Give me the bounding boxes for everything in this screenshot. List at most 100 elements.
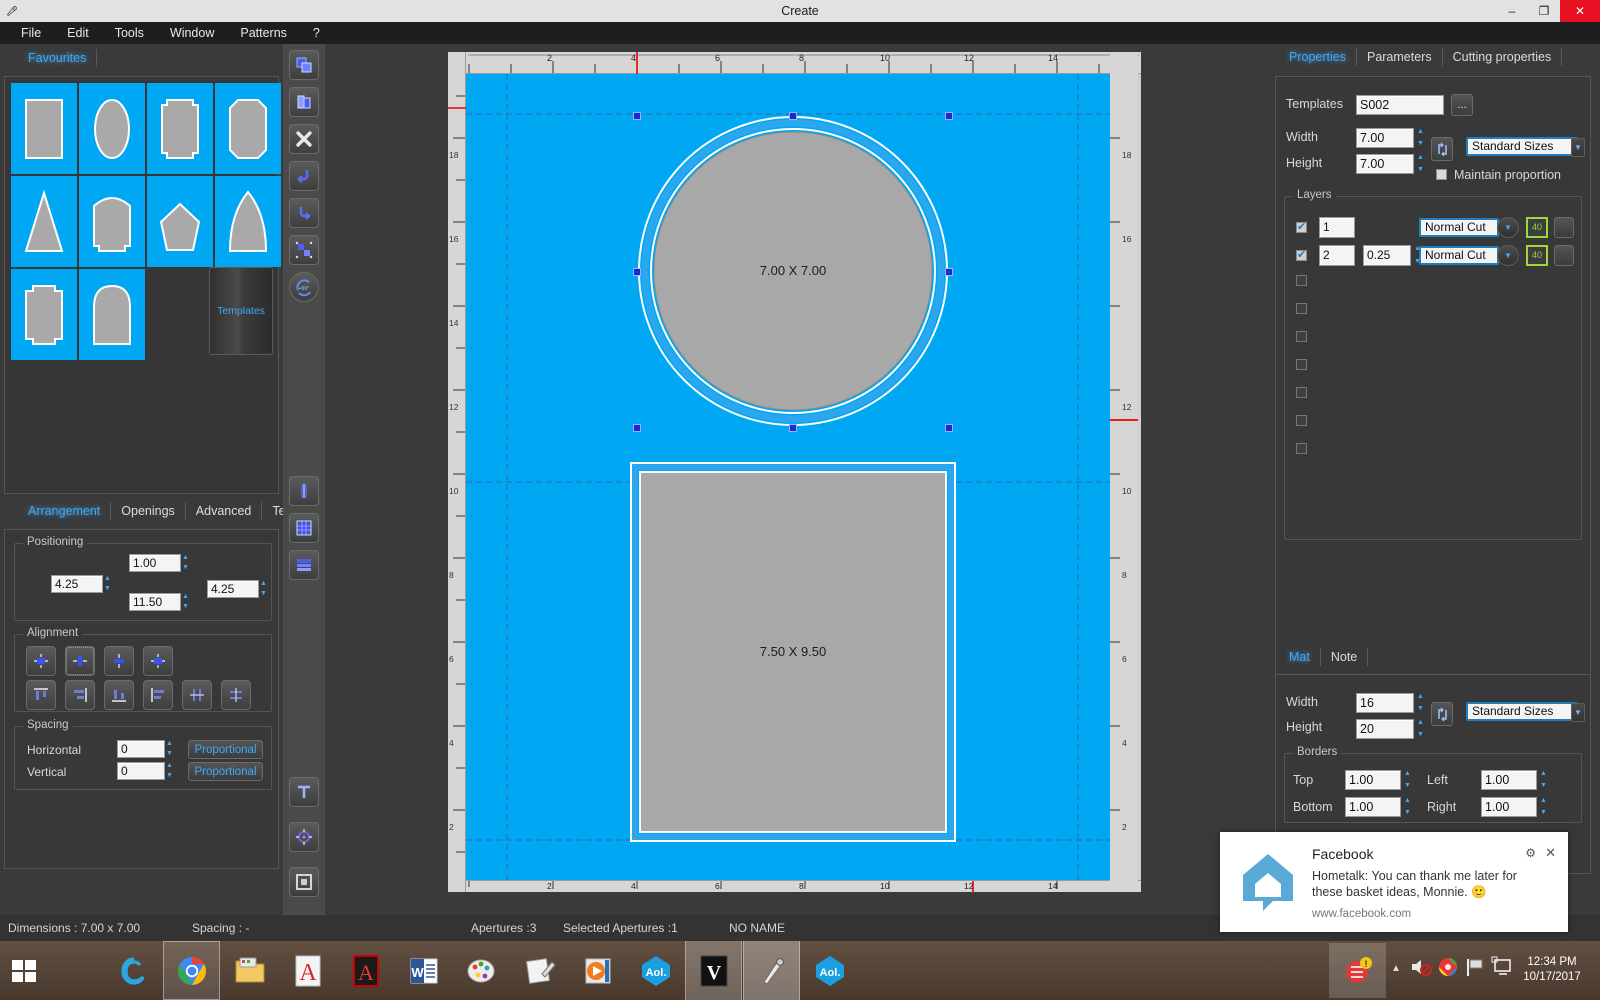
layer-row-9[interactable] [1296,443,1307,457]
shape-thumb-pentagon[interactable] [147,176,213,267]
layer-8-checkbox[interactable] [1296,415,1307,426]
spacing-vertical-field[interactable]: ▲▼ [117,762,174,780]
position-top-field[interactable]: ▲▼ [129,554,190,572]
layer-1-angle-value[interactable]: 40 [1526,216,1548,238]
layers-icon-button[interactable] [289,550,319,580]
handle-top-left[interactable] [633,112,641,120]
position-right-input[interactable] [207,580,259,598]
handle-middle-right[interactable] [945,268,953,276]
menu-item-window[interactable]: Window [157,24,227,42]
layer-2-options-button[interactable] [1554,244,1574,266]
width-spinner[interactable]: ▲ ▼ [1416,128,1425,148]
layer-2-index-input[interactable] [1319,244,1355,266]
position-bottom-spinner[interactable]: ▲ ▼ [181,593,190,611]
layer-row-1[interactable]: Normal Cut ▼ 40 [1293,213,1575,241]
notification-toast[interactable]: Facebook Hometalk: You can thank me late… [1220,832,1568,932]
maintain-proportion-checkbox[interactable] [1436,169,1447,180]
volume-muted-icon[interactable] [1410,957,1432,980]
frame-icon-button[interactable] [289,867,319,897]
layer-1-chevron-down-icon[interactable]: ▼ [1497,216,1519,238]
gear-icon[interactable]: ⚙ [1525,846,1536,860]
file-explorer-icon[interactable] [221,941,278,1000]
handle-middle-left[interactable] [633,268,641,276]
handle-top-right[interactable] [945,112,953,120]
rectangle-aperture[interactable]: 7.50 X 9.50 [630,462,956,842]
position-top-input[interactable] [129,554,181,572]
layer-4-checkbox[interactable] [1296,303,1307,314]
layer-2-angle-value[interactable]: 40 [1526,244,1548,266]
border-left-spinner[interactable]: ▲ ▼ [1539,770,1548,790]
shape-thumb-octagon-notched[interactable] [11,269,77,360]
close-icon[interactable]: ✕ [1545,845,1556,861]
tab-arrangement[interactable]: Arrangement [18,501,112,520]
handle-bottom-left[interactable] [633,424,641,432]
templates-button[interactable]: Templates [209,267,273,355]
standard-sizes-chevron-down-icon[interactable]: ▼ [1571,138,1585,157]
distribute-left-button[interactable] [143,680,173,710]
layer-2-offset-input[interactable] [1363,244,1411,266]
mat-width-input[interactable] [1356,693,1414,713]
border-right-spinner[interactable]: ▲ ▼ [1539,797,1548,817]
vegas-icon[interactable]: V [685,941,742,1000]
mat-standard-sizes-chevron-down-icon[interactable]: ▼ [1571,703,1585,722]
layer-2-cut-combo[interactable]: Normal Cut [1419,245,1499,265]
paint-icon[interactable] [453,941,510,1000]
tab-cutting-properties[interactable]: Cutting properties [1443,48,1563,66]
spacing-horizontal-input[interactable] [117,740,165,758]
spacing-horizontal-field[interactable]: ▲▼ [117,740,174,758]
position-top-spinner[interactable]: ▲ ▼ [181,554,190,572]
tab-favourites[interactable]: Favourites [18,49,98,67]
layer-row-5[interactable] [1296,331,1307,345]
layer-1-options-button[interactable] [1554,216,1574,238]
mat-standard-sizes-combo[interactable]: Standard Sizes [1466,702,1578,721]
border-bottom-input[interactable] [1345,797,1401,817]
layer-5-checkbox[interactable] [1296,331,1307,342]
align-center-cross-button[interactable] [104,646,134,676]
align-center-both-button[interactable] [143,646,173,676]
aol-icon[interactable]: Aol. [627,941,684,1000]
height-spinner[interactable]: ▲ ▼ [1416,154,1425,174]
layer-row-7[interactable] [1296,387,1307,401]
windows-start-button[interactable] [0,941,48,1000]
distribute-right-button[interactable] [65,680,95,710]
shape-thumb-rectangle[interactable] [11,83,77,174]
handle-bottom-right[interactable] [945,424,953,432]
tab-properties[interactable]: Properties [1279,48,1357,66]
position-bottom-input[interactable] [129,593,181,611]
templates-input[interactable] [1356,95,1444,115]
delete-icon-button[interactable] [289,124,319,154]
text-icon-button[interactable] [289,777,319,807]
shape-thumb-rounded-rectangle[interactable] [215,83,281,174]
height-input[interactable] [1356,154,1414,174]
redo-icon-button[interactable] [289,198,319,228]
layer-7-checkbox[interactable] [1296,387,1307,398]
copy-icon-button[interactable] [289,50,319,80]
standard-sizes-combo[interactable]: Standard Sizes [1466,137,1578,156]
layer-2-chevron-down-icon[interactable]: ▼ [1497,244,1519,266]
templates-browse-button[interactable]: ... [1451,94,1473,116]
align-center-vertical-button[interactable] [26,646,56,676]
position-left-field[interactable]: ▲▼ [51,575,112,593]
grid-icon-button[interactable] [289,513,319,543]
position-left-spinner[interactable]: ▲ ▼ [103,575,112,593]
notes-icon[interactable] [511,941,568,1000]
width-input[interactable] [1356,128,1414,148]
menu-item-edit[interactable]: Edit [54,24,102,42]
shape-thumb-triangle[interactable] [11,176,77,267]
minimize-button[interactable]: – [1496,0,1528,22]
spacing-horizontal-proportional-button[interactable]: Proportional [188,740,263,759]
layer-2-checkbox[interactable] [1296,248,1307,261]
border-bottom-spinner[interactable]: ▲ ▼ [1403,797,1412,817]
mat-width-spinner[interactable]: ▲ ▼ [1416,693,1425,713]
google-chrome-icon[interactable] [163,941,220,1000]
layer-1-index-input[interactable] [1319,216,1355,238]
tab-advanced[interactable]: Advanced [186,501,263,520]
menu-item-patterns[interactable]: Patterns [227,24,300,42]
position-right-spinner[interactable]: ▲ ▼ [259,580,268,598]
shape-thumb-pointed-arch[interactable] [215,176,281,267]
spacing-vertical-input[interactable] [117,762,165,780]
shape-thumb-oval[interactable] [79,83,145,174]
undo-icon-button[interactable] [289,161,319,191]
distribute-top-button[interactable] [26,680,56,710]
group-icon-button[interactable] [289,235,319,265]
